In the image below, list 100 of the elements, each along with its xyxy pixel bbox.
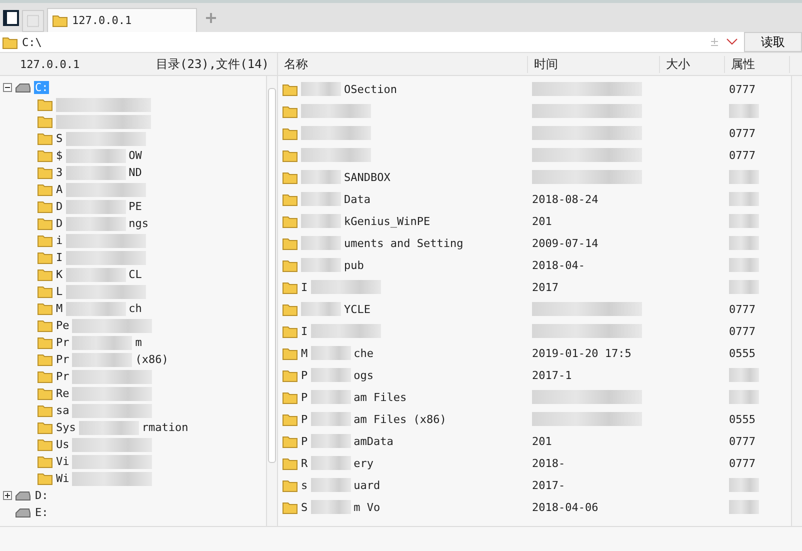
folder-icon xyxy=(282,478,298,492)
expand-icon[interactable] xyxy=(3,491,12,500)
folder-name[interactable]: Pe xyxy=(56,319,70,332)
folder-name[interactable]: OSection xyxy=(344,82,397,96)
folder-name[interactable]: L xyxy=(56,285,63,298)
folder-name[interactable]: (x86) xyxy=(135,353,168,366)
host-label: 127.0.0.1 xyxy=(19,58,81,70)
folder-name[interactable]: S xyxy=(56,132,63,145)
folder-name[interactable]: P xyxy=(301,412,308,426)
folder-name[interactable]: uments and Setting xyxy=(344,236,464,250)
folder-name[interactable]: Us xyxy=(56,438,70,451)
folder-name[interactable]: P xyxy=(301,434,308,448)
column-header[interactable]: 大小 xyxy=(660,56,725,72)
folder-name[interactable]: ery xyxy=(354,456,374,470)
scrollbar[interactable] xyxy=(266,76,277,526)
pixelated-block xyxy=(301,104,371,118)
folder-name[interactable]: D xyxy=(56,217,63,230)
tab[interactable]: 127.0.0.1 xyxy=(47,8,197,32)
pixelated-block xyxy=(301,258,341,272)
folder-icon xyxy=(37,251,53,264)
folder-name[interactable]: Sys xyxy=(56,421,76,434)
pixelated-block xyxy=(310,478,351,492)
folder-name[interactable]: 3 xyxy=(56,166,63,179)
folder-name[interactable]: S xyxy=(301,500,308,514)
folder-name[interactable]: sa xyxy=(56,404,70,417)
time-cell: 2017- xyxy=(532,478,566,492)
folder-icon xyxy=(282,236,298,250)
folder-name[interactable]: amData xyxy=(354,434,394,448)
folder-name[interactable]: P xyxy=(301,390,308,404)
folder-name[interactable]: i xyxy=(56,234,63,247)
pixelated-block xyxy=(729,170,759,184)
folder-icon xyxy=(282,126,298,140)
folder-name[interactable]: am Files xyxy=(354,390,407,404)
folder-name[interactable]: P xyxy=(301,368,308,382)
folder-name[interactable]: Vi xyxy=(56,455,70,468)
folder-name[interactable]: R xyxy=(301,456,308,470)
folder-name[interactable]: SANDBOX xyxy=(344,170,390,184)
folder-name[interactable]: Pr xyxy=(56,353,70,366)
folder-name[interactable]: M xyxy=(301,346,308,360)
attribute-cell: 0777 xyxy=(729,434,756,448)
pixelated-block xyxy=(310,368,351,382)
folder-name[interactable]: Re xyxy=(56,387,70,400)
folder-name[interactable]: Pr xyxy=(56,336,70,349)
time-cell: 201 xyxy=(532,434,552,448)
collapse-icon[interactable] xyxy=(3,83,12,92)
folder-icon xyxy=(282,456,298,470)
folder-icon xyxy=(37,132,53,145)
time-cell: 2018-04-06 xyxy=(532,500,598,514)
pixelated-block xyxy=(301,170,341,184)
folder-name[interactable]: CL xyxy=(128,268,142,281)
drive-label[interactable]: E: xyxy=(34,506,50,519)
folder-name[interactable]: am Files (x86) xyxy=(354,412,446,426)
folder-name[interactable]: s xyxy=(301,478,308,492)
time-cell: 201 xyxy=(532,214,552,228)
folder-name[interactable]: Data xyxy=(344,192,370,206)
drive-icon xyxy=(15,490,31,500)
folder-name[interactable]: m xyxy=(135,336,142,349)
folder-name[interactable]: M xyxy=(56,302,63,315)
folder-icon xyxy=(37,302,53,315)
folder-name[interactable]: PE xyxy=(128,200,142,213)
folder-name[interactable]: YCLE xyxy=(344,302,370,316)
column-header[interactable]: 属性 xyxy=(725,56,790,72)
folder-name[interactable]: ngs xyxy=(128,217,148,230)
folder-name[interactable]: pub xyxy=(344,258,364,272)
folder-name[interactable]: che xyxy=(354,346,374,360)
folder-name[interactable]: OW xyxy=(128,149,142,162)
folder-icon xyxy=(37,421,53,434)
column-header[interactable]: 名称 xyxy=(278,56,528,72)
dropdown-caret-icon[interactable] xyxy=(726,38,738,46)
read-button[interactable]: 读取 xyxy=(744,32,802,52)
folder-name[interactable]: uard xyxy=(354,478,380,492)
folder-name[interactable]: ch xyxy=(128,302,142,315)
pixelated-block xyxy=(310,280,381,294)
address-field[interactable]: C:\ xyxy=(0,32,710,52)
folder-name[interactable]: kGenius_WinPE xyxy=(344,214,430,228)
folder-name[interactable]: I xyxy=(301,324,308,338)
folder-name[interactable]: Pr xyxy=(56,370,70,383)
folder-icon xyxy=(37,217,53,230)
attribute-cell: 0777 xyxy=(729,82,756,96)
folder-name[interactable]: rmation xyxy=(142,421,188,434)
folder-name[interactable]: D xyxy=(56,200,63,213)
drive-label[interactable]: D: xyxy=(34,489,50,502)
pixelated-block xyxy=(310,412,351,426)
folder-name[interactable]: m Vo xyxy=(354,500,380,514)
plus-minus-icon[interactable] xyxy=(710,37,720,47)
folder-name[interactable]: $ xyxy=(56,149,63,162)
column-header[interactable]: 时间 xyxy=(528,56,660,72)
folder-name[interactable]: Wi xyxy=(56,472,70,485)
folder-name[interactable]: I xyxy=(301,280,308,294)
folder-name[interactable]: ND xyxy=(128,166,142,179)
folder-icon xyxy=(37,234,53,247)
folder-name[interactable]: K xyxy=(56,268,63,281)
folder-icon xyxy=(282,324,298,338)
folder-icon xyxy=(37,438,53,451)
folder-name[interactable]: A xyxy=(56,183,63,196)
panel-toggle-icon[interactable] xyxy=(3,10,19,26)
folder-name[interactable]: ogs xyxy=(354,368,374,382)
folder-icon xyxy=(282,346,298,360)
pixelated-block xyxy=(310,346,351,360)
folder-name[interactable]: I xyxy=(56,251,63,264)
